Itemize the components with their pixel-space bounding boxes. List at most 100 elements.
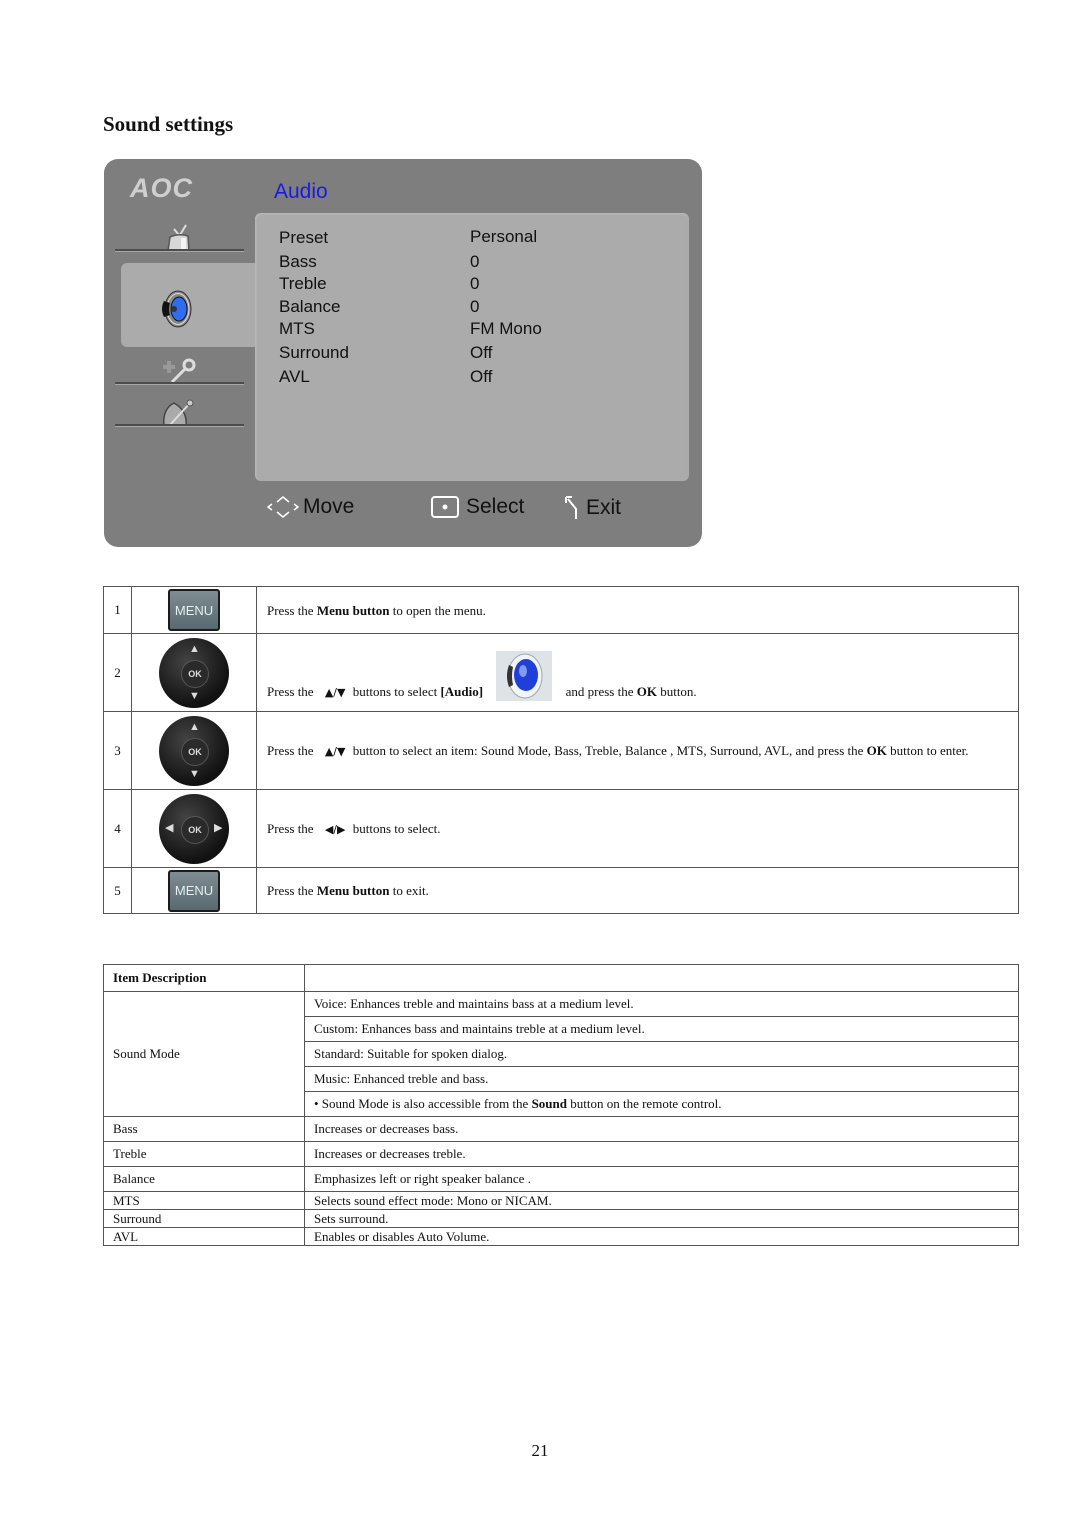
item-desc: Music: Enhanced treble and bass. bbox=[304, 1066, 1019, 1092]
table-row: Treble Increases or decreases treble. bbox=[103, 1141, 1019, 1167]
step-number: 3 bbox=[103, 711, 132, 790]
step-text: Press the bbox=[267, 684, 317, 699]
select-button-icon bbox=[431, 496, 459, 518]
menu-button-icon: MENU bbox=[168, 589, 220, 631]
step-row: 5 MENU Press the Menu button to exit. bbox=[103, 867, 1019, 914]
step-text-bold: OK bbox=[636, 684, 657, 699]
setting-label: Balance bbox=[279, 297, 341, 316]
return-arrow-icon bbox=[565, 496, 577, 519]
footer-exit-label: Exit bbox=[586, 496, 622, 519]
step-text: buttons to select. bbox=[349, 820, 441, 836]
item-name: MTS bbox=[103, 1191, 305, 1210]
step-text-bold: Menu button bbox=[316, 883, 390, 898]
step-row: 3 ▲ OK ▼ Press the ▲/▼ button to select … bbox=[103, 711, 1019, 790]
osd-audio-menu: AOC Audio Preset Personal Bass 0 Treble … bbox=[104, 159, 702, 547]
item-desc: Standard: Suitable for spoken dialog. bbox=[304, 1041, 1019, 1067]
setting-value: Personal bbox=[470, 227, 538, 246]
table-row: Sound Mode Voice: Enhances treble and ma… bbox=[103, 991, 1019, 1117]
step-text: Press the bbox=[267, 742, 317, 758]
up-down-arrows-icon: ▲/▼ bbox=[324, 744, 346, 758]
table-row: AVL Enables or disables Auto Volume. bbox=[103, 1227, 1019, 1246]
setting-value: 0 bbox=[470, 274, 480, 293]
menu-button-icon: MENU bbox=[168, 869, 220, 912]
table-row: MTS Selects sound effect mode: Mono or N… bbox=[103, 1191, 1019, 1210]
footer-select-label: Select bbox=[466, 495, 525, 518]
step-text: Press the bbox=[267, 883, 317, 898]
setting-label: Preset bbox=[279, 228, 329, 247]
step-row: 4 ◀ OK ▶ Press the ◀/▶ buttons to select… bbox=[103, 789, 1019, 868]
setting-value: Off bbox=[470, 343, 493, 362]
setting-label: MTS bbox=[279, 319, 315, 338]
setting-value: 0 bbox=[470, 252, 480, 271]
move-arrows-icon bbox=[267, 496, 299, 518]
step-text: Press the bbox=[267, 820, 317, 836]
page-title: Sound settings bbox=[103, 112, 234, 136]
step-text: Press the bbox=[267, 602, 317, 618]
brand-logo: AOC bbox=[130, 173, 193, 203]
menu-title: Audio bbox=[274, 180, 328, 203]
speaker-icon[interactable] bbox=[156, 289, 196, 329]
step-text: to exit. bbox=[389, 883, 429, 898]
table-row: Surround Sets surround. bbox=[103, 1209, 1019, 1228]
up-down-arrows-icon: ▲/▼ bbox=[324, 686, 346, 699]
table-header-row: Item Description bbox=[103, 964, 1019, 992]
left-right-arrows-icon: ◀/▶ bbox=[324, 822, 346, 836]
footer-select: Select bbox=[430, 495, 524, 519]
step-row: 2 ▲ OK ▼ Press the ▲/▼ buttons to select… bbox=[103, 633, 1019, 712]
nav-divider bbox=[115, 249, 244, 252]
page-number: 21 bbox=[531, 1441, 549, 1460]
tv-icon[interactable] bbox=[161, 221, 197, 251]
step-text: button to enter. bbox=[886, 742, 969, 758]
step-number: 2 bbox=[103, 633, 132, 712]
column-header: Item Description bbox=[103, 964, 305, 992]
nav-divider bbox=[115, 382, 244, 385]
step-number: 5 bbox=[103, 867, 132, 914]
remote-dpad-up-down-icon: ▲ OK ▼ bbox=[159, 637, 229, 708]
item-name: AVL bbox=[103, 1227, 305, 1246]
step-text-bold: [Audio] bbox=[440, 684, 484, 699]
remote-dpad-up-down-icon: ▲ OK ▼ bbox=[159, 715, 229, 786]
nav-divider bbox=[115, 424, 244, 427]
step-text: buttons to select bbox=[349, 684, 441, 699]
table-row: Bass Increases or decreases bass. bbox=[103, 1116, 1019, 1142]
step-number: 1 bbox=[103, 586, 132, 634]
item-name: Bass bbox=[103, 1116, 305, 1142]
footer-exit: Exit bbox=[564, 495, 621, 521]
item-description-table: Item Description Sound Mode Voice: Enhan… bbox=[103, 964, 1019, 1246]
setting-label: Treble bbox=[279, 274, 327, 293]
step-text: and press the bbox=[565, 684, 637, 699]
setting-value: FM Mono bbox=[470, 319, 542, 338]
item-desc: Sets surround. bbox=[304, 1209, 1019, 1228]
steps-table: 1 MENU Press the Menu button to open the… bbox=[103, 586, 1019, 914]
tools-icon[interactable] bbox=[162, 355, 198, 385]
step-text: button. bbox=[656, 684, 697, 699]
item-name: Surround bbox=[103, 1209, 305, 1228]
setting-label: AVL bbox=[279, 367, 310, 386]
item-name: Treble bbox=[103, 1141, 305, 1167]
step-row: 1 MENU Press the Menu button to open the… bbox=[103, 586, 1019, 634]
setting-label: Surround bbox=[279, 343, 349, 362]
footer-move: Move bbox=[267, 495, 354, 519]
footer-move-label: Move bbox=[303, 495, 355, 518]
step-text-bold: OK bbox=[866, 742, 887, 758]
item-desc: Selects sound effect mode: Mono or NICAM… bbox=[304, 1191, 1019, 1210]
audio-speaker-icon bbox=[496, 651, 553, 701]
item-desc: Custom: Enhances bass and maintains treb… bbox=[304, 1016, 1019, 1042]
step-text-bold: Menu button bbox=[316, 602, 390, 618]
step-number: 4 bbox=[103, 789, 132, 868]
item-desc-note: • Sound Mode is also accessible from the… bbox=[304, 1091, 1019, 1117]
satellite-icon[interactable] bbox=[160, 397, 196, 427]
remote-dpad-left-right-icon: ◀ OK ▶ bbox=[159, 793, 229, 864]
item-name: Balance bbox=[103, 1166, 305, 1192]
table-row: Balance Emphasizes left or right speaker… bbox=[103, 1166, 1019, 1192]
item-desc: Increases or decreases bass. bbox=[304, 1116, 1019, 1142]
item-desc: Increases or decreases treble. bbox=[304, 1141, 1019, 1167]
setting-value: Off bbox=[470, 367, 493, 386]
setting-label: Bass bbox=[279, 252, 317, 271]
item-desc: Voice: Enhances treble and maintains bas… bbox=[304, 991, 1019, 1017]
item-desc: Enables or disables Auto Volume. bbox=[304, 1227, 1019, 1246]
item-desc: Emphasizes left or right speaker balance… bbox=[304, 1166, 1019, 1192]
setting-value: 0 bbox=[470, 297, 480, 316]
step-text: to open the menu. bbox=[389, 602, 486, 618]
step-text: button to select an item: Sound Mode, Ba… bbox=[349, 742, 867, 758]
